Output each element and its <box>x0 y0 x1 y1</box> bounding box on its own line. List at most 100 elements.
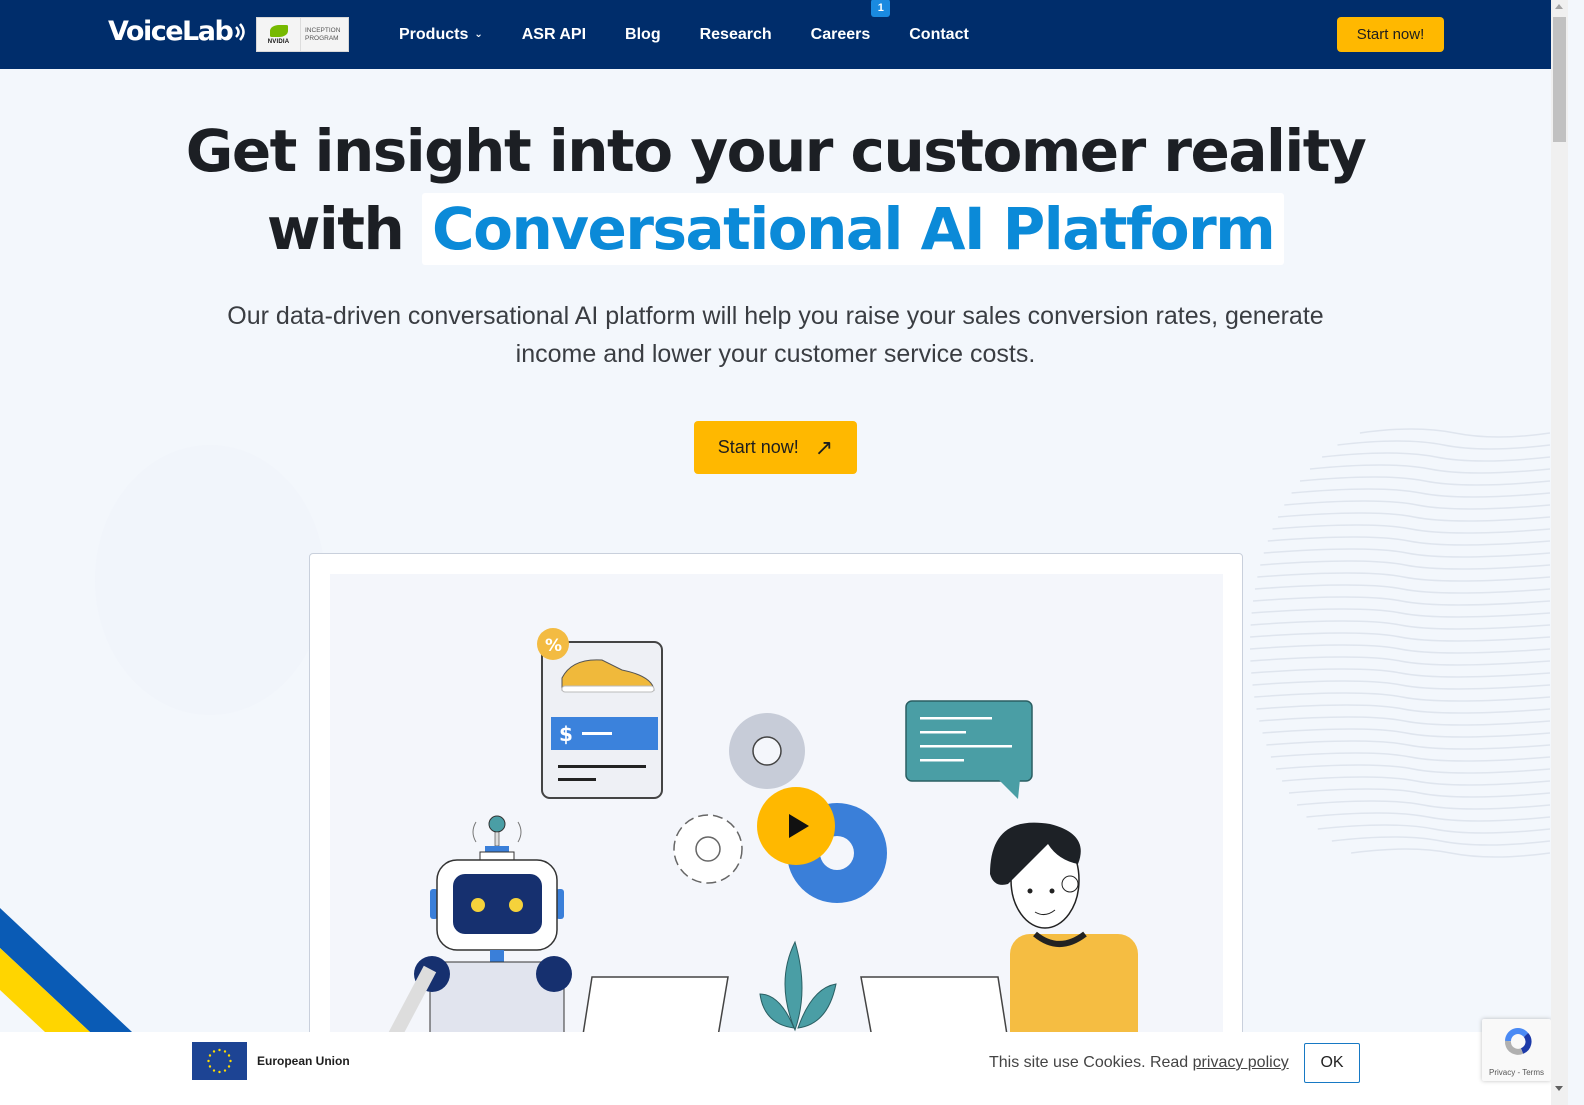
wave-line <box>1250 656 1550 666</box>
gear-gray-icon <box>729 713 805 789</box>
eu-star <box>227 1065 231 1068</box>
person-illustration <box>990 822 1138 1052</box>
scroll-down-arrow-icon[interactable] <box>1555 1086 1563 1091</box>
chat-bubble-illustration <box>905 700 1033 799</box>
nav-careers[interactable]: Careers 1 <box>811 0 891 44</box>
eu-star <box>223 1050 227 1053</box>
eu-star <box>207 1059 210 1063</box>
wave-line <box>1299 476 1550 486</box>
wave-line <box>1251 608 1550 618</box>
plant-illustration <box>759 940 837 1032</box>
wave-line <box>1337 440 1550 450</box>
eu-star <box>218 1070 221 1074</box>
wave-line <box>1252 596 1550 606</box>
voicelab-logo[interactable]: VoiceLab <box>108 16 248 47</box>
ukraine-ribbon-decoration <box>0 908 132 1032</box>
eu-star <box>223 1069 227 1072</box>
wave-lines-decoration <box>1250 428 1550 858</box>
careers-count-badge: 1 <box>871 0 891 17</box>
wave-line <box>1296 800 1550 810</box>
hero-start-now-button[interactable]: Start now! ↗ <box>694 421 857 474</box>
nvidia-eye-icon <box>269 24 288 37</box>
privacy-policy-link[interactable]: privacy policy <box>1193 1054 1289 1071</box>
wave-line <box>1262 728 1550 738</box>
wave-line <box>1251 668 1550 678</box>
robot-illustration <box>378 815 572 1052</box>
eu-star <box>218 1048 221 1052</box>
navbar: VoiceLab NVIDIA INCEPTION PROGRAM Produc… <box>0 0 1551 69</box>
wave-line <box>1282 776 1550 786</box>
eu-star <box>212 1069 216 1072</box>
wave-line <box>1291 488 1550 498</box>
video-card[interactable]: $ % <box>309 553 1243 1053</box>
wave-line <box>1257 572 1550 582</box>
wave-line <box>1252 680 1550 690</box>
nav-asr-api[interactable]: ASR API <box>522 26 586 44</box>
headline-with: with <box>266 195 405 263</box>
chevron-down-icon: ⌄ <box>474 29 483 40</box>
gear-white-icon <box>673 814 743 884</box>
wave-line <box>1266 740 1550 750</box>
wave-line <box>1270 752 1550 762</box>
product-card-illustration: $ % <box>537 628 663 799</box>
scroll-up-arrow-icon[interactable] <box>1555 4 1563 9</box>
cookie-bar: European Union This site use Cookies. Re… <box>0 1032 1551 1105</box>
wave-line <box>1260 560 1550 570</box>
scroll-thumb[interactable] <box>1553 17 1566 142</box>
nav-blog[interactable]: Blog <box>625 26 661 44</box>
inception-line1: INCEPTION <box>305 26 341 34</box>
eu-flag-icon <box>192 1042 247 1080</box>
video-thumbnail[interactable]: $ % <box>330 574 1223 1052</box>
cookie-ok-button[interactable]: OK <box>1304 1043 1360 1083</box>
wave-line <box>1254 692 1550 702</box>
nav-research[interactable]: Research <box>700 26 772 44</box>
nvidia-brand: NVIDIA <box>267 38 290 45</box>
wave-line <box>1306 812 1550 822</box>
recaptcha-label[interactable]: Privacy - Terms <box>1482 1068 1551 1077</box>
logo-waves-icon <box>235 22 246 41</box>
wave-line <box>1250 620 1550 630</box>
nav-start-now-button[interactable]: Start now! <box>1337 17 1444 52</box>
wave-line <box>1284 500 1550 510</box>
wave-line <box>1256 704 1550 714</box>
headline-line1: Get insight into your customer reality <box>185 117 1367 185</box>
nav-contact[interactable]: Contact <box>909 26 969 44</box>
svg-text:%: % <box>545 636 562 656</box>
eu-label: European Union <box>257 1054 350 1068</box>
wave-line <box>1272 524 1550 534</box>
eu-star <box>208 1065 212 1068</box>
cookie-text: This site use Cookies. Read privacy poli… <box>989 1054 1289 1071</box>
headline-accent: Conversational AI Platform <box>422 193 1285 265</box>
inception-line2: PROGRAM <box>305 34 339 42</box>
wave-line <box>1322 452 1550 462</box>
wave-line <box>1250 644 1550 654</box>
eu-star <box>229 1059 232 1063</box>
wave-line <box>1250 632 1550 642</box>
background-circle-decoration <box>95 445 325 715</box>
hero-headline: Get insight into your customer reality w… <box>0 112 1551 268</box>
nvidia-inception-badge[interactable]: NVIDIA INCEPTION PROGRAM <box>256 17 349 52</box>
page-scrollbar[interactable] <box>1551 0 1568 1105</box>
wave-line <box>1331 836 1550 846</box>
svg-text:$: $ <box>559 722 573 746</box>
eu-star <box>208 1054 212 1057</box>
wave-line <box>1263 548 1550 558</box>
main-nav: Products ⌄ ASR API Blog Research Careers… <box>399 0 1008 69</box>
wave-line <box>1254 584 1550 594</box>
wave-line <box>1276 764 1550 774</box>
eu-star <box>227 1054 231 1057</box>
nav-products[interactable]: Products ⌄ <box>399 26 483 44</box>
wave-line <box>1309 464 1550 474</box>
wave-line <box>1277 512 1550 522</box>
recaptcha-badge[interactable]: Privacy - Terms <box>1482 1019 1551 1081</box>
wave-line <box>1317 824 1550 834</box>
logo-text: VoiceLab <box>108 16 234 47</box>
wave-line <box>1359 428 1550 438</box>
hero-subtitle: Our data-driven conversational AI platfo… <box>227 302 1324 368</box>
wave-line <box>1351 848 1550 858</box>
play-button[interactable] <box>757 787 835 865</box>
wave-line <box>1259 716 1550 726</box>
eu-star <box>212 1050 216 1053</box>
play-icon <box>788 814 809 838</box>
wave-line <box>1288 788 1550 798</box>
